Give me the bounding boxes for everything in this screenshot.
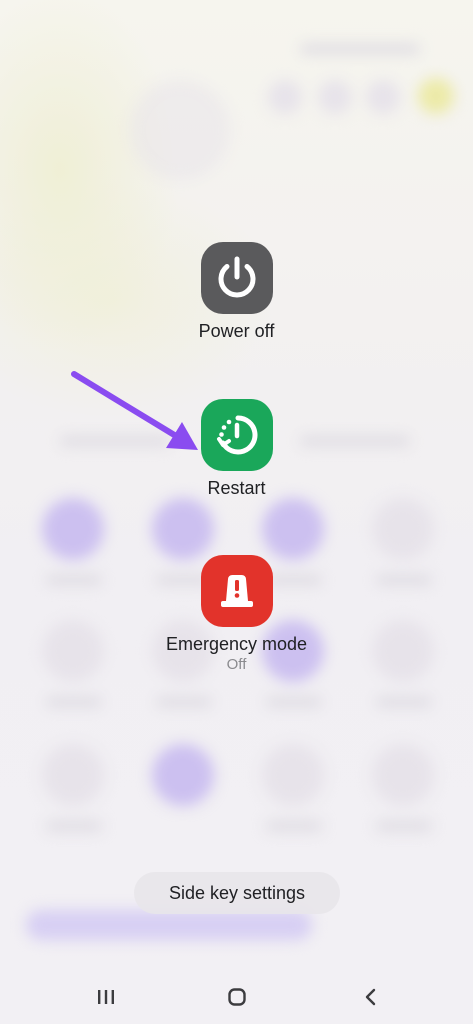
side-key-settings-button[interactable]: Side key settings <box>134 872 340 914</box>
power-menu-screen: Power off Restart Emergency mode Off Sid… <box>0 0 473 1024</box>
blurred-label <box>266 821 322 831</box>
blurred-tile <box>42 498 104 560</box>
back-button[interactable] <box>356 984 386 1012</box>
restart-button[interactable]: Restart <box>0 399 473 499</box>
blurred-tile <box>372 498 434 560</box>
back-icon <box>365 988 376 1006</box>
blurred-icon <box>418 78 454 114</box>
blurred-label <box>266 697 322 707</box>
emergency-mode-status: Off <box>226 656 247 673</box>
blurred-tile <box>262 744 324 806</box>
restart-label: Restart <box>207 478 266 498</box>
blurred-tile <box>42 744 104 806</box>
navigation-bar <box>0 972 473 1024</box>
blurred-tile <box>372 744 434 806</box>
blurred-icon <box>366 80 400 114</box>
emergency-light-icon <box>200 555 273 627</box>
blurred-tile <box>152 498 214 560</box>
power-off-label: Power off <box>198 321 275 341</box>
restart-icon <box>200 399 273 471</box>
recent-apps-icon <box>98 990 114 1004</box>
blurred-icon <box>130 80 230 180</box>
recent-apps-button[interactable] <box>91 984 121 1012</box>
blurred-icon <box>268 80 302 114</box>
blurred-tile <box>152 744 214 806</box>
blurred-status-text <box>300 44 420 54</box>
blurred-tile <box>262 498 324 560</box>
blurred-label <box>46 697 102 707</box>
power-icon <box>200 242 273 314</box>
emergency-mode-button[interactable]: Emergency mode Off <box>0 555 473 674</box>
blurred-background <box>0 0 473 1024</box>
home-button[interactable] <box>222 984 252 1012</box>
blurred-label <box>376 821 432 831</box>
blurred-label <box>46 821 102 831</box>
blurred-icon <box>318 80 352 114</box>
home-icon <box>228 988 246 1006</box>
emergency-mode-label: Emergency mode <box>165 634 308 654</box>
blurred-label <box>156 697 212 707</box>
blurred-label <box>376 697 432 707</box>
power-off-button[interactable]: Power off <box>0 242 473 342</box>
blurred-brightness-bar <box>26 910 312 940</box>
